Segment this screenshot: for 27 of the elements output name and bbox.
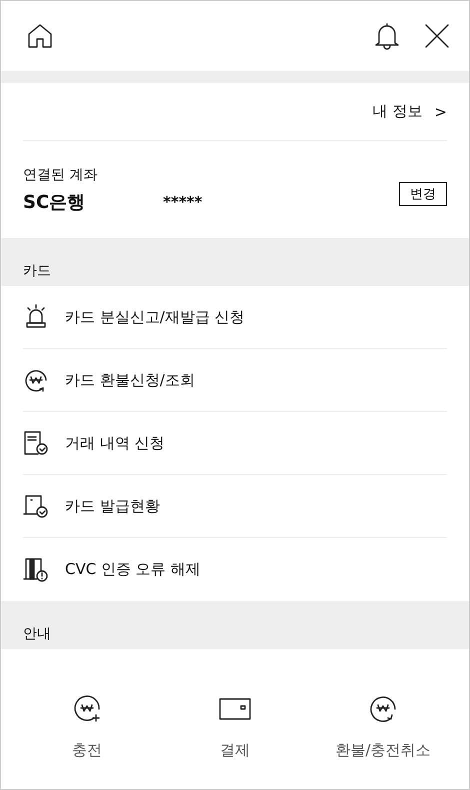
close-button[interactable]: [423, 22, 451, 50]
menu-item[interactable]: 카드 분실신고/재발급 신청: [23, 286, 447, 349]
account-number: *****: [163, 192, 204, 210]
won-refresh-icon: [368, 694, 398, 724]
section-title: 카드: [23, 262, 51, 280]
card-check-icon: [23, 493, 49, 519]
menu-item[interactable]: CVC 인증 오류 해제: [23, 538, 447, 601]
chevron-icon: >: [434, 102, 447, 120]
my-info-link[interactable]: 내 정보 >: [372, 102, 447, 121]
section-title: 안내: [23, 625, 51, 643]
notification-button[interactable]: [373, 21, 401, 51]
won-plus-icon: [72, 694, 102, 724]
bell-icon: [373, 21, 401, 51]
card-icon: [219, 698, 251, 720]
menu-item[interactable]: 카드 환불신청/조회: [23, 349, 447, 412]
close-icon: [423, 22, 451, 50]
bank-name: SC은행: [23, 190, 86, 214]
menu-item[interactable]: 거래 내역 신청: [23, 412, 447, 475]
account-label: 연결된 계좌: [23, 166, 98, 184]
menu-item[interactable]: 카드 발급현황: [23, 475, 447, 538]
change-button[interactable]: 변경: [399, 182, 447, 206]
door-alert-icon: [23, 556, 49, 582]
action-button[interactable]: 충전: [13, 689, 161, 764]
action-button[interactable]: 환불/충전취소: [309, 689, 457, 764]
action-button[interactable]: 결제: [161, 689, 309, 764]
document-check-icon: [23, 430, 49, 456]
won-refresh-icon: [23, 367, 49, 393]
